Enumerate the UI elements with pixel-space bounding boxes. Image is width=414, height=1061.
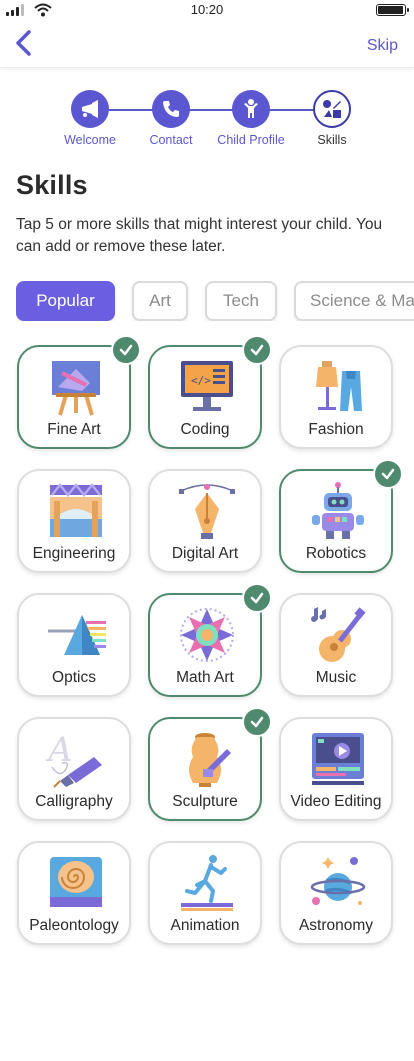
svg-text:A: A: [46, 730, 73, 770]
skill-card-sculpture[interactable]: Sculpture: [148, 707, 272, 821]
skills-icon: [313, 90, 351, 128]
battery-icon: [376, 4, 409, 16]
skill-card-fashion[interactable]: Fashion: [279, 345, 393, 449]
fountain-pen-icon: A: [46, 730, 102, 788]
skip-button[interactable]: Skip: [367, 37, 398, 55]
running-figure-icon: [181, 855, 233, 911]
skill-label: Engineering: [32, 545, 116, 562]
skill-label: Coding: [180, 421, 230, 438]
category-tabs: Popular Art Tech Science & Math: [16, 281, 414, 321]
skill-card-music[interactable]: Music: [279, 593, 393, 697]
skill-card-math-art[interactable]: Math Art: [148, 583, 272, 697]
skill-card-video-editing[interactable]: Video Editing: [279, 717, 393, 821]
guitar-icon: [311, 607, 366, 662]
child-icon: [232, 90, 270, 128]
skill-card-astronomy[interactable]: Astronomy: [279, 841, 393, 945]
svg-text:</>: </>: [191, 374, 211, 387]
phone-icon: [152, 90, 190, 128]
skill-label: Digital Art: [171, 545, 239, 562]
skill-label: Sculpture: [172, 793, 238, 810]
planet-icon: [310, 857, 366, 905]
tab-popular[interactable]: Popular: [16, 281, 115, 321]
easel-icon: [52, 361, 100, 416]
skill-label: Robotics: [305, 545, 367, 562]
vase-icon: [189, 733, 231, 787]
mandala-icon: [180, 608, 234, 662]
tab-tech[interactable]: Tech: [205, 281, 277, 321]
back-button[interactable]: [10, 28, 40, 58]
skill-label: Optics: [52, 669, 96, 686]
bridge-icon: [50, 482, 102, 537]
skill-card-robotics[interactable]: Robotics: [279, 459, 403, 573]
fossil-icon: [50, 857, 102, 907]
step-label: Skills: [317, 133, 347, 147]
progress-stepper: Welcome Contact Child Profile Skills: [0, 90, 414, 150]
skill-card-calligraphy[interactable]: A Calligraphy: [17, 717, 131, 821]
checkmark-icon: [373, 459, 403, 489]
skill-label: Astronomy: [298, 917, 374, 934]
tab-science-math[interactable]: Science & Math: [294, 281, 414, 321]
skill-card-paleontology[interactable]: Paleontology: [17, 841, 131, 945]
skill-label: Fine Art: [47, 421, 101, 438]
checkmark-icon: [242, 583, 272, 613]
skill-card-fine-art[interactable]: Fine Art: [17, 335, 141, 449]
skill-label: Animation: [170, 917, 240, 934]
skill-label: Paleontology: [29, 917, 119, 934]
status-time: 10:20: [190, 2, 224, 17]
skill-label: Video Editing: [290, 793, 382, 810]
checkmark-icon: [242, 707, 272, 737]
skill-label: Music: [315, 669, 357, 686]
skill-card-coding[interactable]: </> Coding: [148, 335, 272, 449]
skill-label: Fashion: [308, 421, 364, 438]
pen-tool-icon: [179, 484, 235, 539]
video-editor-icon: [312, 733, 364, 785]
mannequin-icon: [316, 361, 362, 411]
checkmark-icon: [242, 335, 272, 365]
tab-art[interactable]: Art: [132, 281, 188, 321]
prism-icon: [48, 615, 106, 655]
robot-icon: [312, 482, 364, 539]
trumpet-icon: [71, 90, 109, 128]
instructions-text: Tap 5 or more skills that might interest…: [16, 216, 383, 255]
skill-label: Calligraphy: [35, 793, 113, 810]
page-title: Skills: [16, 170, 88, 200]
skill-card-optics[interactable]: Optics: [17, 593, 131, 697]
skill-label: Math Art: [176, 669, 234, 686]
code-monitor-icon: </>: [181, 361, 233, 411]
skill-card-engineering[interactable]: Engineering: [17, 469, 131, 573]
step-skills[interactable]: Skills: [277, 90, 387, 147]
checkmark-icon: [111, 335, 141, 365]
nav-header: Skip: [0, 22, 414, 68]
status-bar: 10:20: [0, 0, 414, 20]
skill-card-digital-art[interactable]: Digital Art: [148, 469, 262, 573]
skill-card-animation[interactable]: Animation: [148, 841, 262, 945]
